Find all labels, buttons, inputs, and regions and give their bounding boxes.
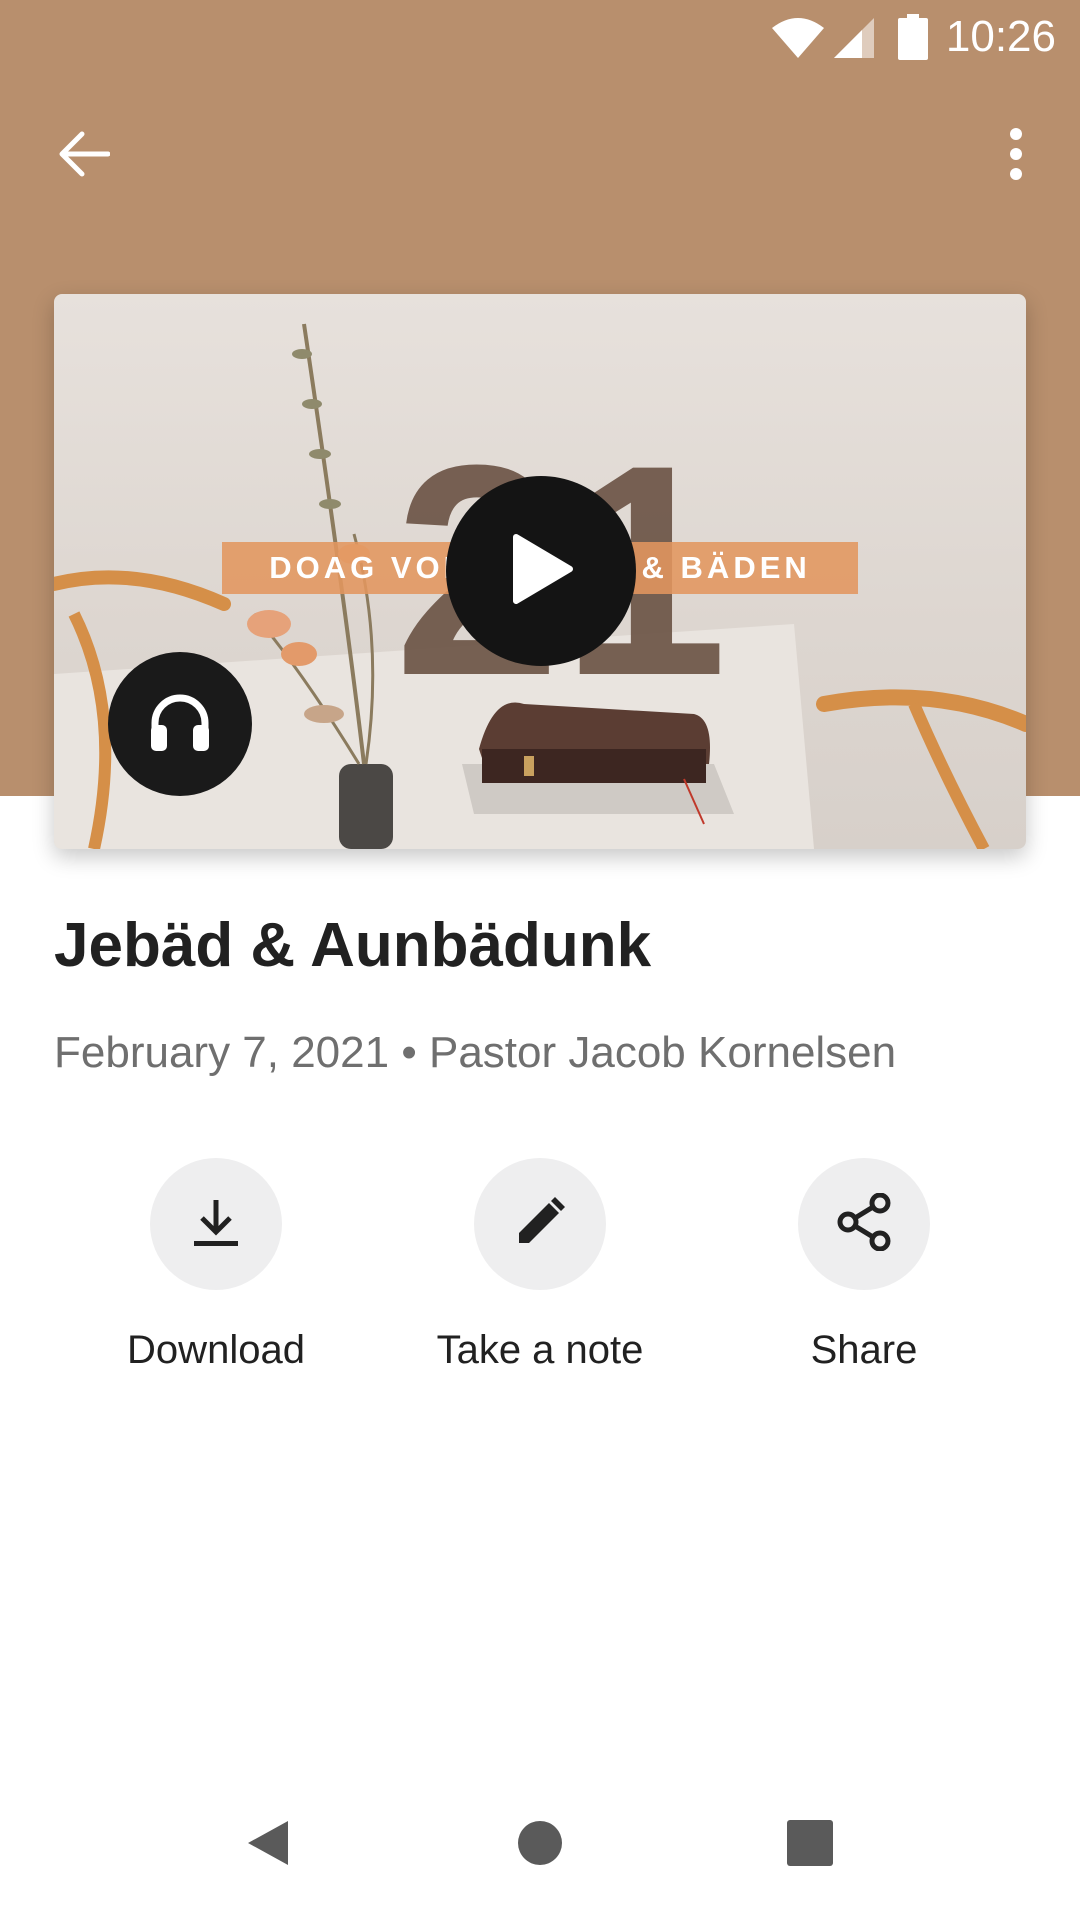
take-note-circle [474,1158,606,1290]
nav-back-button[interactable] [208,1790,328,1900]
status-bar: 10:26 [0,0,1080,78]
status-time: 10:26 [945,12,1056,61]
nav-back-icon [244,1817,292,1874]
share-circle [798,1158,930,1290]
sermon-media-card[interactable]: 21 DOAG VON FASTEN & BÄDEN [54,294,1026,849]
more-options-button[interactable] [976,116,1056,196]
sermon-speaker: Pastor Jacob Kornelsen [428,1028,897,1077]
nav-home-button[interactable] [480,1790,600,1900]
wifi-icon [770,16,826,65]
play-button[interactable] [446,476,636,666]
play-icon [506,531,576,612]
download-button[interactable]: Download [66,1158,366,1373]
share-icon [836,1192,892,1256]
headphones-icon [147,691,213,758]
sermon-date: February 7, 2021 [54,1028,390,1077]
back-button[interactable] [44,116,124,196]
pencil-icon [515,1196,565,1252]
download-circle [150,1158,282,1290]
meta-separator: • [401,1028,417,1077]
download-label: Download [127,1328,305,1372]
share-button[interactable]: Share [714,1158,1014,1373]
take-note-label: Take a note [436,1328,644,1372]
battery-icon [898,14,928,65]
cell-signal-icon [832,16,876,65]
download-icon [192,1196,240,1253]
sermon-detail-screen: 10:26 21 [0,0,1080,1920]
nav-recents-button[interactable] [750,1790,870,1900]
listen-audio-button[interactable] [108,652,252,796]
sermon-meta: February 7, 2021 • Pastor Jacob Kornelse… [54,1028,896,1078]
arrow-back-icon [58,130,111,183]
sermon-title: Jebäd & Aunbädunk [54,911,652,980]
system-nav-bar [0,1790,1080,1920]
nav-recents-icon [787,1819,833,1871]
nav-home-icon [517,1820,563,1871]
more-vert-icon [1008,127,1024,185]
share-label: Share [810,1328,918,1372]
take-note-button[interactable]: Take a note [390,1158,690,1373]
